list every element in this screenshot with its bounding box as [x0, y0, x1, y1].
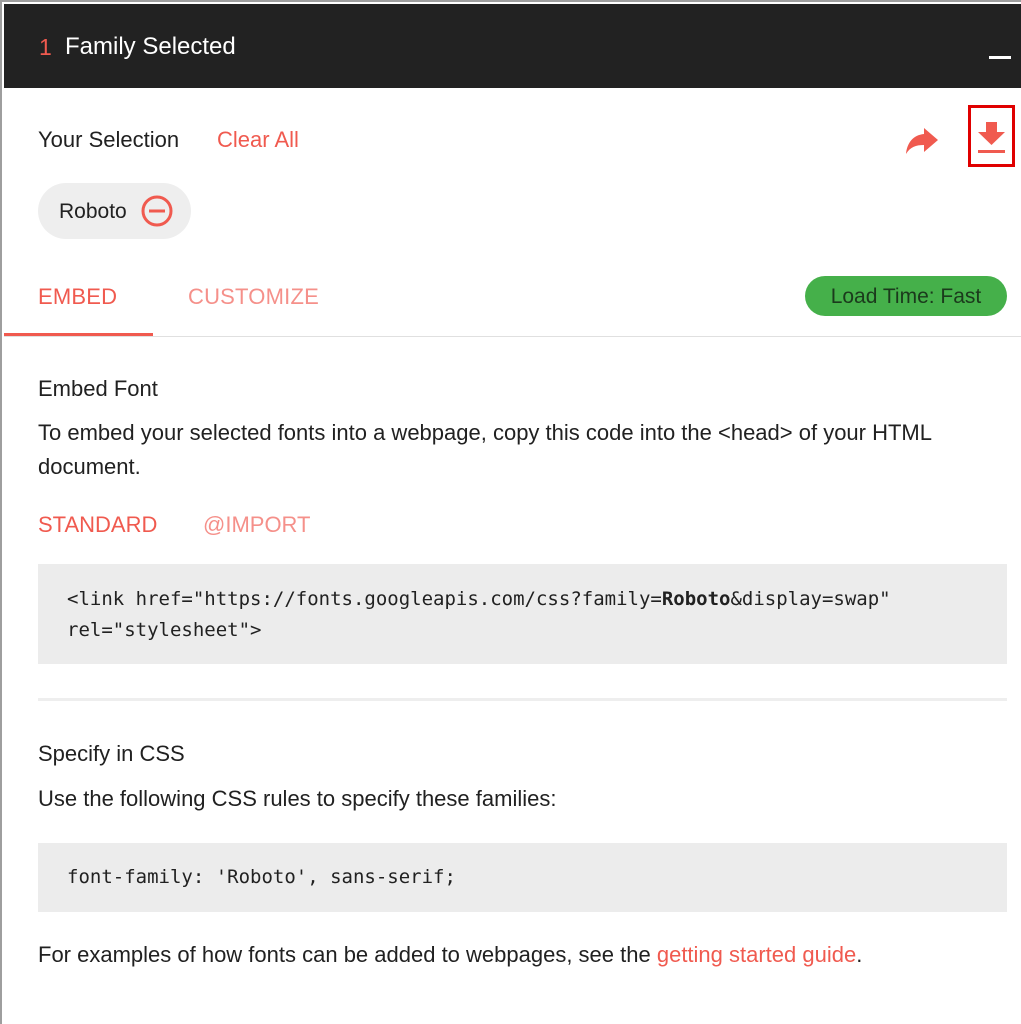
remove-circle-icon[interactable] [141, 195, 173, 227]
load-time-badge: Load Time: Fast [805, 276, 1007, 316]
getting-started-link[interactable]: getting started guide [657, 942, 856, 967]
drawer-header[interactable]: 1 Family Selected [4, 4, 1021, 88]
tab-customize[interactable]: CUSTOMIZE [188, 284, 319, 310]
download-icon [978, 122, 1005, 153]
share-arrow-icon[interactable] [902, 120, 942, 160]
embed-font-heading: Embed Font [38, 376, 158, 401]
font-chip-roboto: Roboto [38, 183, 191, 239]
specify-css-description: Use the following CSS rules to specify t… [38, 786, 557, 811]
specify-css-heading: Specify in CSS [38, 741, 185, 766]
clear-all-button[interactable]: Clear All [217, 127, 299, 153]
subtab-import[interactable]: @IMPORT [203, 512, 311, 538]
your-selection-title: Your Selection [38, 127, 180, 152]
load-time-label: Load Time: Fast [830, 285, 982, 308]
embed-font-description: To embed your selected fonts into a webp… [38, 420, 932, 479]
tab-embed[interactable]: EMBED [38, 284, 117, 310]
download-button[interactable] [968, 105, 1015, 167]
css-code-line: font-family: 'Roboto', sans-serif; [67, 866, 456, 888]
embed-code-line-1: <link href="https://fonts.googleapis.com… [67, 588, 891, 610]
family-count: 1 [39, 34, 52, 60]
embed-code-line-2: rel="stylesheet"> [67, 619, 262, 641]
minimize-icon[interactable] [989, 56, 1011, 59]
drawer-title: Family Selected [65, 33, 236, 60]
footer-note: For examples of how fonts can be added t… [38, 942, 863, 967]
css-code-block[interactable]: font-family: 'Roboto', sans-serif; [38, 843, 1007, 912]
embed-code-block[interactable]: <link href="https://fonts.googleapis.com… [38, 564, 1007, 664]
section-divider [38, 698, 1007, 701]
subtab-standard[interactable]: STANDARD [38, 512, 157, 538]
selection-drawer: 1 Family Selected Your Selection Clear A… [0, 0, 1021, 1024]
tabs-divider [4, 336, 1021, 337]
chip-label: Roboto [59, 200, 127, 223]
